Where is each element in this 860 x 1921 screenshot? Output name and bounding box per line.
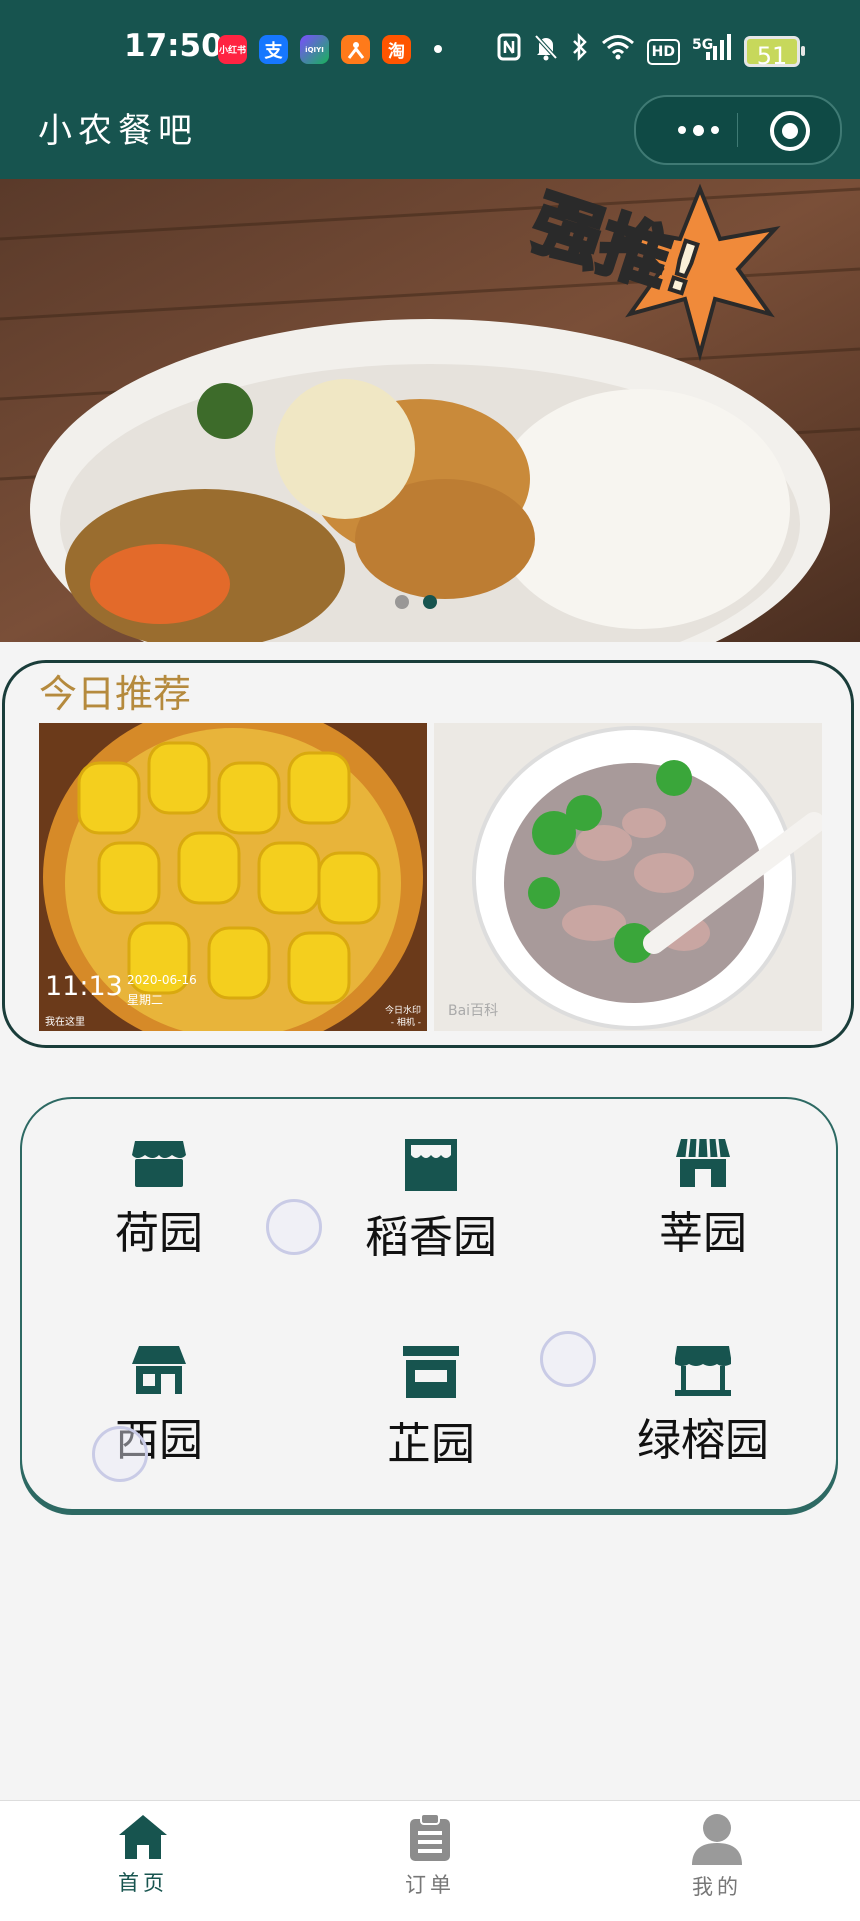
store-front-icon (405, 1139, 457, 1191)
store-striped-icon (676, 1138, 730, 1187)
store-kiosk-icon (675, 1346, 731, 1396)
alipay-icon: 支 (259, 35, 288, 64)
corn-overlay-date: 2020-06-16 (127, 973, 197, 987)
banner-image: 强推! (0, 179, 860, 642)
tab-home[interactable]: 首页 (63, 1813, 223, 1897)
shops-panel: 荷园 稻香园 莘园 西园 芷园 绿榕园 (20, 1097, 838, 1511)
battery-icon: 51 (744, 36, 805, 70)
status-bar: 17:50 小红书 支 iQIYI 淘 HD 5G 51 (0, 0, 860, 100)
mini-program-capsule (634, 95, 842, 165)
carousel-dots (395, 595, 437, 609)
status-time: 17:50 (124, 28, 223, 64)
taobao-icon: 淘 (382, 35, 411, 64)
carousel-dot[interactable] (395, 595, 409, 609)
app-orange-icon (341, 35, 370, 64)
corn-overlay-weekday: 星期二 (127, 993, 164, 1007)
user-icon (692, 1814, 742, 1865)
recommend-item-corn[interactable]: 11:13 2020-06-16 星期二 我在这里 今日水印 - 相机 - (39, 723, 427, 1031)
soup-watermark: Bai百科 (448, 1003, 498, 1019)
wifi-icon (601, 33, 635, 70)
shop-name: 稻香园 (365, 1212, 497, 1263)
pork-soup-image: Bai百科 (434, 723, 822, 1031)
recommend-item-pork-soup[interactable]: Bai百科 (434, 723, 822, 1031)
signal-icon: 5G (692, 32, 732, 71)
close-target-button[interactable] (770, 111, 810, 151)
shop-name: 荷园 (115, 1208, 203, 1259)
shop-name: 西园 (115, 1415, 203, 1466)
corn-overlay-time: 11:13 (45, 971, 123, 1002)
touch-ripple (540, 1331, 596, 1387)
more-dot-icon (692, 124, 704, 136)
corn-overlay-watermark-2: - 相机 - (390, 1018, 421, 1028)
page-title: 小农餐吧 (38, 111, 198, 151)
carousel-dot-active[interactable] (423, 595, 437, 609)
more-dot-icon (710, 126, 719, 134)
mute-icon (533, 33, 559, 70)
store-box-icon (403, 1346, 459, 1398)
more-menu-button[interactable] (668, 115, 728, 145)
shop-zhiyuan[interactable]: 芷园 (316, 1344, 546, 1472)
notification-dot-icon (434, 45, 442, 53)
tab-label: 我的 (692, 1875, 742, 1899)
shop-lvrongyuan[interactable]: 绿榕园 (588, 1344, 818, 1468)
shop-heyuan[interactable]: 荷园 (44, 1137, 274, 1261)
shop-name: 芷园 (387, 1419, 475, 1470)
corn-overlay-location: 我在这里 (45, 1017, 85, 1028)
more-dot-icon (677, 126, 686, 134)
iqiyi-icon: iQIYI (300, 35, 329, 64)
tab-label: 订单 (405, 1873, 455, 1897)
network-type-label: 5G (692, 37, 714, 53)
top-bar: 17:50 小红书 支 iQIYI 淘 HD 5G 51 小农餐吧 (0, 0, 860, 179)
shop-daoxiangyuan[interactable]: 稻香园 (316, 1137, 546, 1265)
recommend-title: 今日推荐 (39, 672, 192, 716)
touch-ripple (92, 1426, 148, 1482)
nfc-icon (497, 33, 521, 70)
bottom-tab-bar: 首页 订单 我的 (0, 1800, 860, 1921)
banner-carousel[interactable]: 强推! (0, 179, 860, 642)
touch-ripple (266, 1199, 322, 1255)
bluetooth-icon (571, 32, 589, 70)
shop-xiyuan[interactable]: 西园 (44, 1344, 274, 1468)
clipboard-icon (410, 1813, 450, 1861)
shop-name: 绿榕园 (637, 1415, 769, 1466)
shop-shenyuan[interactable]: 莘园 (588, 1137, 818, 1261)
shop-name: 莘园 (659, 1208, 747, 1259)
store-awning-icon (132, 1141, 186, 1187)
tab-profile[interactable]: 我的 (637, 1813, 797, 1901)
capsule-divider (737, 113, 738, 147)
store-house-icon (132, 1346, 186, 1394)
today-recommend-card: 今日推荐 11:13 2020-06-16 星期二 我在这里 今日水印 - 相机… (2, 660, 854, 1048)
hd-icon: HD (646, 38, 680, 65)
system-icons: HD 5G 51 (497, 32, 805, 71)
tab-orders[interactable]: 订单 (350, 1813, 510, 1899)
tab-label: 首页 (118, 1871, 168, 1895)
xiaohongshu-icon: 小红书 (218, 35, 247, 64)
home-icon (119, 1815, 167, 1859)
